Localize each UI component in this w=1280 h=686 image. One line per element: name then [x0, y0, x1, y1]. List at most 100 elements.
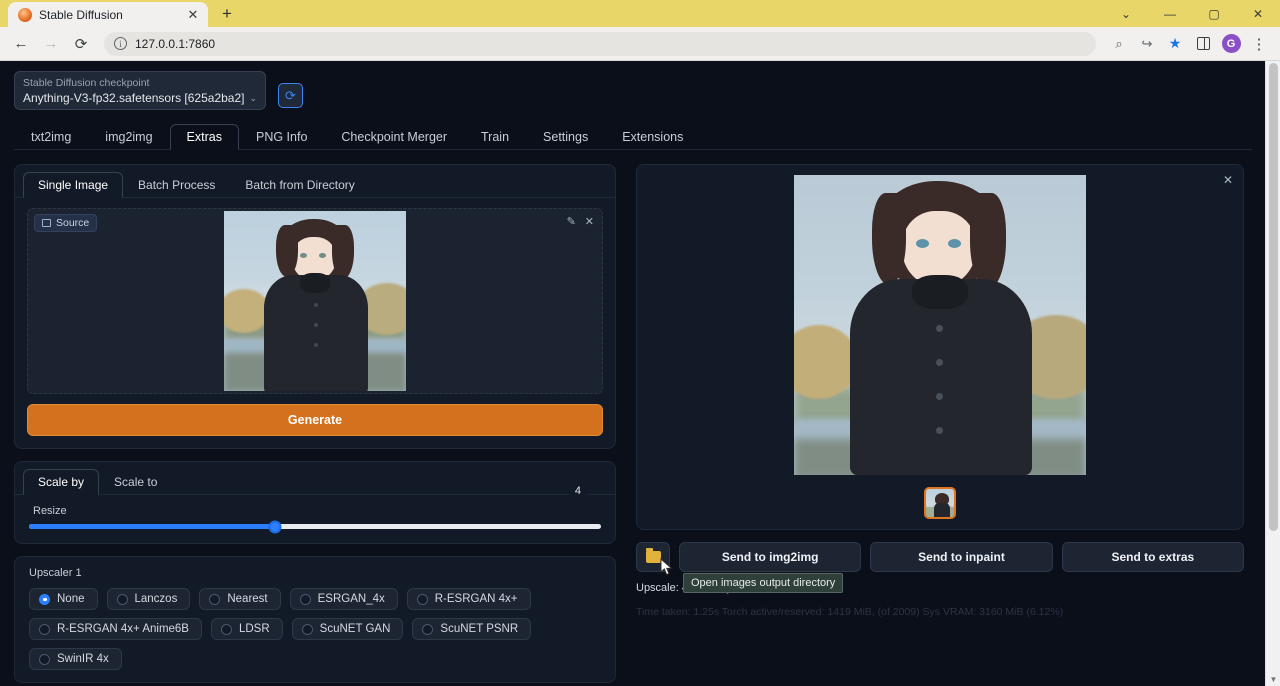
result-thumbnails [647, 487, 1233, 519]
page-scrollbar[interactable]: ▲ ▼ [1265, 61, 1280, 686]
result-thumbnail[interactable] [924, 487, 956, 519]
radio-label: LDSR [239, 623, 270, 635]
subtab-single-image[interactable]: Single Image [23, 172, 123, 198]
send-to-extras-button[interactable]: Send to extras [1062, 542, 1244, 572]
tab-checkpoint-merger[interactable]: Checkpoint Merger [324, 124, 464, 150]
tab-extensions[interactable]: Extensions [605, 124, 700, 150]
checkpoint-dropdown[interactable]: Stable Diffusion checkpoint Anything-V3-… [14, 71, 266, 110]
tab-list-icon[interactable]: ⌄ [1104, 0, 1148, 27]
minimize-icon[interactable]: — [1148, 0, 1192, 27]
radio-icon [300, 594, 311, 605]
edit-icon[interactable]: ✎ [567, 215, 576, 228]
send-to-img2img-button[interactable]: Send to img2img [679, 542, 861, 572]
radio-label: R-ESRGAN 4x+ Anime6B [57, 623, 189, 635]
upscaler-1-option-nearest[interactable]: Nearest [199, 588, 280, 610]
browser-tab-title: Stable Diffusion [39, 8, 177, 22]
resize-slider[interactable] [29, 524, 601, 529]
upscaler-1-option-r-esrgan-4x-plus[interactable]: R-ESRGAN 4x+ [407, 588, 531, 610]
avatar[interactable]: G [1218, 31, 1244, 57]
tab-img2img[interactable]: img2img [88, 124, 169, 150]
site-info-icon[interactable]: i [114, 37, 127, 50]
radio-icon [117, 594, 128, 605]
subtab-batch-from-directory[interactable]: Batch from Directory [230, 172, 369, 198]
upscaler-1-option-swinir-4x[interactable]: SwinIR 4x [29, 648, 122, 670]
stable-diffusion-webui: Stable Diffusion checkpoint Anything-V3-… [0, 61, 1266, 686]
source-image[interactable] [224, 211, 406, 391]
tab-extras[interactable]: Extras [170, 124, 239, 150]
browser-tabstrip: Stable Diffusion ✕ + ⌄ — ▢ ✕ [0, 0, 1280, 27]
radio-label: Nearest [227, 593, 267, 605]
bookmark-star-icon[interactable]: ★ [1162, 31, 1188, 57]
resize-value[interactable]: 4 [569, 485, 587, 497]
maximize-icon[interactable]: ▢ [1192, 0, 1236, 27]
radio-label: SwinIR 4x [57, 653, 109, 665]
result-panel: ✕ [636, 164, 1244, 530]
share-icon[interactable]: ↪ [1134, 31, 1160, 57]
tab-txt2img[interactable]: txt2img [14, 124, 88, 150]
left-column: Single Image Batch Process Batch from Di… [14, 164, 616, 686]
tab-scale-to[interactable]: Scale to [99, 469, 172, 495]
result-image[interactable] [794, 175, 1086, 475]
web-page: Stable Diffusion checkpoint Anything-V3-… [0, 61, 1280, 686]
checkpoint-value: Anything-V3-fp32.safetensors [625a2ba2] [23, 91, 244, 105]
sidebar-icon[interactable] [1190, 31, 1216, 57]
tab-scale-by[interactable]: Scale by [23, 469, 99, 495]
send-to-inpaint-button[interactable]: Send to inpaint [870, 542, 1052, 572]
radio-icon [302, 624, 313, 635]
back-icon[interactable]: ← [8, 31, 34, 57]
resize-label: Resize [33, 505, 601, 517]
upscaler-1-option-lanczos[interactable]: Lanczos [107, 588, 191, 610]
close-icon[interactable]: ✕ [1223, 173, 1233, 187]
reload-icon[interactable]: ⟳ [68, 31, 94, 57]
upscaler-1-options: None Lanczos Nearest ESRGAN_4x R-ESRGAN … [29, 588, 601, 670]
mouse-cursor [659, 557, 675, 577]
browser-menu-icon[interactable]: ⋮ [1246, 31, 1272, 57]
browser-toolbar: ← → ⟳ i 127.0.0.1:7860 ⌕ ↪ ★ G ⋮ [0, 27, 1280, 61]
checkpoint-label: Stable Diffusion checkpoint [23, 77, 257, 89]
scroll-down-icon[interactable]: ▼ [1266, 672, 1280, 686]
result-footer-stats: Time taken: 1.25s Torch active/reserved:… [636, 606, 1244, 618]
folder-icon [646, 551, 661, 563]
resize-control: Resize 4 [15, 495, 615, 543]
radio-icon [39, 594, 50, 605]
upscaler-1-option-r-esrgan-4x-plus-anime6b[interactable]: R-ESRGAN 4x+ Anime6B [29, 618, 202, 640]
right-column: ✕ [636, 164, 1244, 686]
forward-icon[interactable]: → [38, 31, 64, 57]
resize-slider-handle[interactable] [268, 520, 281, 533]
stable-diffusion-favicon [18, 8, 32, 22]
browser-tab[interactable]: Stable Diffusion ✕ [8, 2, 208, 28]
radio-icon [221, 624, 232, 635]
tab-png-info[interactable]: PNG Info [239, 124, 324, 150]
address-bar[interactable]: i 127.0.0.1:7860 [104, 32, 1096, 56]
tab-settings[interactable]: Settings [526, 124, 605, 150]
radio-label: ESRGAN_4x [318, 593, 385, 605]
radio-icon [209, 594, 220, 605]
upscaler-1-option-none[interactable]: None [29, 588, 98, 610]
source-image-dropzone[interactable]: Source ✎ ✕ [27, 208, 603, 394]
clear-image-icon[interactable]: ✕ [585, 215, 594, 228]
subtab-batch-process[interactable]: Batch Process [123, 172, 230, 198]
upscaler-1-option-esrgan-4x[interactable]: ESRGAN_4x [290, 588, 398, 610]
scale-panel: Scale by Scale to Resize 4 [14, 461, 616, 544]
upscaler-1-title: Upscaler 1 [29, 567, 601, 579]
radio-icon [422, 624, 433, 635]
radio-label: R-ESRGAN 4x+ [435, 593, 518, 605]
radio-label: None [57, 593, 85, 605]
result-actions: Open images output directory Send to img… [636, 542, 1244, 572]
upscaler-1-option-scunet-psnr[interactable]: ScuNET PSNR [412, 618, 531, 640]
close-icon[interactable]: ✕ [184, 6, 202, 24]
radio-label: ScuNET PSNR [440, 623, 518, 635]
source-badge: Source [34, 214, 97, 232]
window-controls: ⌄ — ▢ ✕ [1104, 0, 1280, 27]
search-icon[interactable]: ⌕ [1106, 31, 1132, 57]
upscaler-1-option-ldsr[interactable]: LDSR [211, 618, 283, 640]
scrollbar-thumb[interactable] [1269, 63, 1278, 531]
new-tab-button[interactable]: + [218, 5, 236, 23]
refresh-checkpoints-button[interactable]: ⟳ [278, 83, 303, 108]
window-close-icon[interactable]: ✕ [1236, 0, 1280, 27]
upscaler-1-option-scunet-gan[interactable]: ScuNET GAN [292, 618, 404, 640]
open-output-directory-button[interactable]: Open images output directory [636, 542, 670, 572]
tab-train[interactable]: Train [464, 124, 526, 150]
toolbar-icon-group: ⌕ ↪ ★ G ⋮ [1106, 31, 1272, 57]
generate-button[interactable]: Generate [27, 404, 603, 436]
